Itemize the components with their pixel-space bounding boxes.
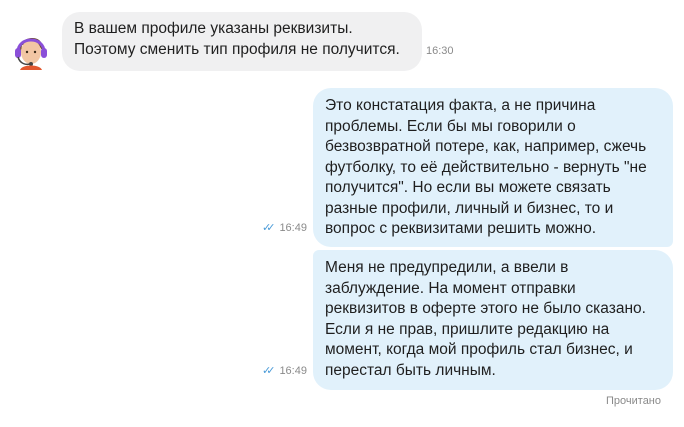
message-timestamp: ✓✓ 16:49 <box>262 221 307 235</box>
timestamp-text: 16:30 <box>426 45 454 57</box>
outgoing-message-bubble: Это констатация факта, а не причина проб… <box>313 88 673 247</box>
read-status-label: Прочитано <box>606 395 661 407</box>
message-text: В вашем профиле указаны реквизиты. Поэто… <box>74 20 400 58</box>
support-agent-avatar-icon <box>10 28 52 70</box>
outgoing-message-bubble: Меня не предупредили, а ввели в заблужде… <box>313 250 673 390</box>
timestamp-text: 16:49 <box>279 221 307 234</box>
incoming-message-bubble: В вашем профиле указаны реквизиты. Поэто… <box>62 12 422 71</box>
message-timestamp: 16:30 <box>426 45 454 57</box>
message-timestamp: ✓✓ 16:49 <box>262 364 307 378</box>
double-check-icon: ✓✓ <box>262 365 276 377</box>
timestamp-text: 16:49 <box>279 364 307 377</box>
message-text: Это констатация факта, а не причина проб… <box>325 97 647 237</box>
double-check-icon: ✓✓ <box>262 222 276 234</box>
message-text: Меня не предупредили, а ввели в заблужде… <box>325 259 646 379</box>
